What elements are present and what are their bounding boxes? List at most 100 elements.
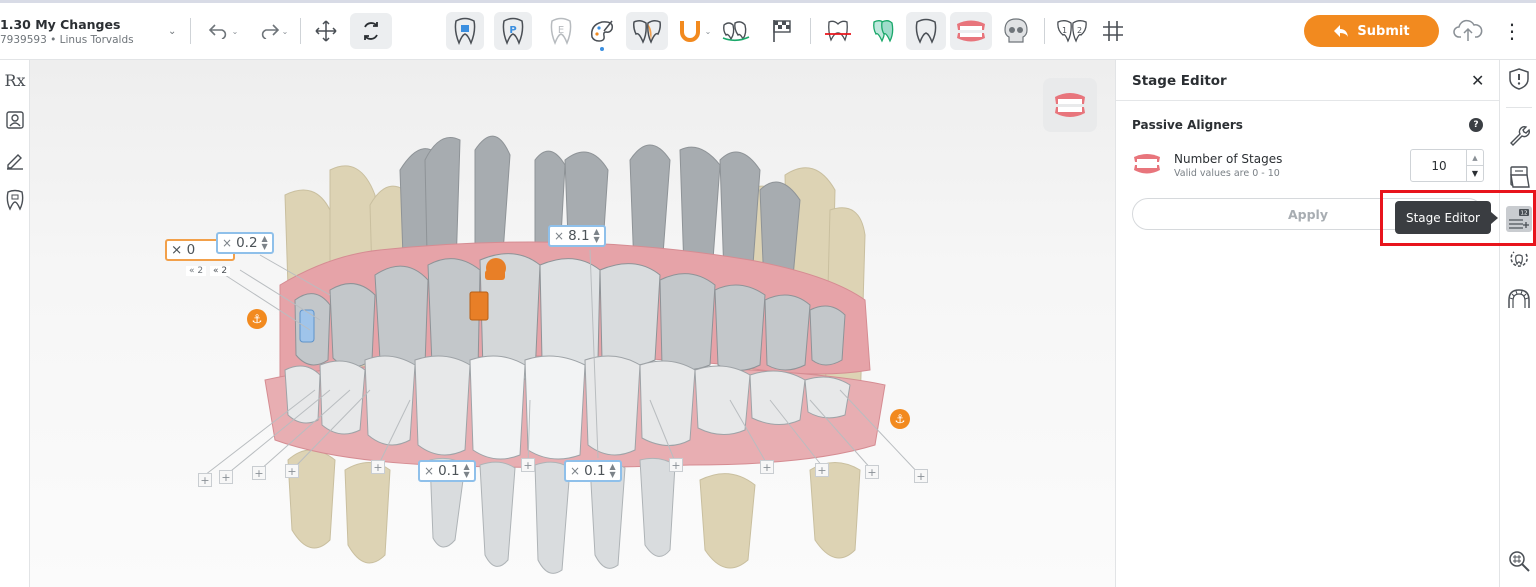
stages-value-field[interactable]: [1411, 150, 1467, 181]
case-subtitle: 7939593 • Linus Torvalds: [0, 34, 134, 46]
measure-badge[interactable]: × 8.1 ▲ ▼: [548, 225, 606, 247]
move-arrows-icon: [315, 20, 337, 42]
stepper-arrows-icon[interactable]: ▲ ▼: [464, 463, 470, 479]
close-icon[interactable]: ✕: [1471, 71, 1484, 90]
transparency-tool[interactable]: [864, 12, 904, 50]
help-icon[interactable]: ?: [1469, 118, 1483, 132]
alerts-button[interactable]: [1506, 66, 1532, 92]
notes-button[interactable]: [3, 148, 27, 172]
shield-alert-icon: [1509, 68, 1529, 90]
precision-cut-tool[interactable]: P: [494, 12, 532, 50]
documents-button[interactable]: [1506, 164, 1532, 190]
teeth-pair-icon: [633, 19, 661, 44]
tooth-chart-icon: [6, 189, 24, 211]
arch-u-icon: [679, 21, 700, 42]
zoom-search-button[interactable]: [1506, 548, 1532, 574]
stages-hint: Valid values are 0 - 10: [1174, 168, 1280, 179]
stepper-arrows-icon[interactable]: ▲ ▼: [262, 235, 268, 251]
jaws-view[interactable]: [950, 12, 992, 50]
svg-text:P: P: [509, 25, 516, 36]
toolbar-separator: [190, 18, 191, 44]
tooth-numbers-icon: 12: [1057, 20, 1087, 43]
dentures-icon: [1134, 154, 1160, 174]
tooth-attachment-tool[interactable]: [446, 12, 484, 50]
move-button[interactable]: [311, 17, 341, 45]
decrement-arrow-icon[interactable]: ▼: [1466, 165, 1483, 181]
rotate-button[interactable]: [350, 13, 392, 49]
measure-badge[interactable]: × 0.1 ▲ ▼: [418, 460, 476, 482]
anchor-icon[interactable]: ⚓: [247, 309, 267, 329]
add-marker-icon[interactable]: +: [219, 470, 233, 484]
measure-value: 0.2: [236, 235, 258, 251]
checkpoint-tool[interactable]: [764, 12, 800, 50]
measure-value: 8.1: [568, 228, 590, 244]
add-marker-icon[interactable]: +: [521, 458, 535, 472]
measure-value: 0.1: [584, 463, 606, 479]
svg-text:E: E: [558, 25, 564, 36]
gingiva-line-icon: [825, 20, 851, 42]
panel-divider: [1116, 100, 1500, 101]
undo-button[interactable]: ⌄: [204, 18, 242, 44]
dental-model-3d[interactable]: [30, 60, 1115, 587]
model-view-button[interactable]: [1043, 78, 1097, 132]
measure-badge[interactable]: × 0.2 ▲ ▼: [216, 232, 274, 254]
case-title: 1.30 My Changes: [0, 17, 121, 32]
add-marker-icon[interactable]: +: [669, 458, 683, 472]
arch-tool[interactable]: ⌄: [674, 12, 714, 50]
teeth-teal-icon: [873, 20, 894, 43]
cloud-upload-button[interactable]: [1450, 14, 1486, 46]
zoom-grid-icon: [1509, 551, 1530, 572]
increment-arrow-icon[interactable]: ▲: [1466, 150, 1483, 165]
timeline-button[interactable]: [1506, 246, 1532, 272]
grid-toggle[interactable]: [1098, 17, 1128, 45]
occlusion-tool[interactable]: [718, 12, 754, 50]
paint-tool[interactable]: [584, 12, 620, 51]
grid-hash-icon: [1103, 21, 1123, 41]
anchor-icon[interactable]: ⚓: [890, 409, 910, 429]
rotate-icon: [364, 22, 378, 40]
kebab-icon: ⋮: [1502, 19, 1522, 43]
case-dropdown-chevron-icon[interactable]: ⌄: [168, 26, 176, 37]
redo-button[interactable]: ⌄: [254, 18, 292, 44]
add-marker-icon[interactable]: +: [865, 465, 879, 479]
add-marker-icon[interactable]: +: [198, 473, 212, 487]
tooth-e-tool[interactable]: E: [542, 12, 580, 50]
3d-viewport[interactable]: × 0 × 0.2 ▲ ▼ « 2 « 2 × 8.1 ▲ ▼ × 0.1 ▲ ▼ ×…: [30, 60, 1115, 587]
prescription-button[interactable]: Rx: [3, 68, 27, 92]
tooth-chart-button[interactable]: [3, 188, 27, 212]
skull-icon: [1004, 18, 1028, 43]
measure-badge[interactable]: × 0.1 ▲ ▼: [564, 460, 622, 482]
gingiva-line-tool[interactable]: [818, 12, 858, 50]
add-marker-icon[interactable]: +: [285, 464, 299, 478]
orange-measure-label: × 0: [171, 242, 196, 258]
redo-icon: [261, 24, 279, 39]
multiply-icon: ×: [424, 464, 435, 478]
tooth-blue-icon: [454, 17, 476, 45]
add-marker-icon[interactable]: +: [371, 460, 385, 474]
right-rail: 12: [1499, 60, 1536, 587]
svg-text:2: 2: [1077, 26, 1082, 35]
stage-editor-panel: Stage Editor ✕ Passive Aligners ? Number…: [1115, 60, 1500, 587]
patient-button[interactable]: [3, 108, 27, 132]
skull-view[interactable]: [996, 12, 1036, 50]
stepper-arrows-icon[interactable]: ▲ ▼: [610, 463, 616, 479]
add-marker-icon[interactable]: +: [815, 463, 829, 477]
more-menu-button[interactable]: ⋮: [1502, 16, 1522, 46]
stages-number-input[interactable]: ▲ ▼: [1410, 149, 1484, 182]
timer-tooth-icon: [1510, 251, 1528, 267]
small-orange-label: « 2: [186, 266, 207, 276]
add-marker-icon[interactable]: +: [760, 460, 774, 474]
arch-view-button[interactable]: [1506, 286, 1532, 312]
tools-button[interactable]: [1506, 122, 1532, 148]
undo-caret-icon: ⌄: [231, 26, 239, 36]
stepper-arrows-icon[interactable]: ▲ ▼: [594, 228, 600, 244]
single-tooth-icon: [915, 18, 937, 44]
tooth-numbering-tool[interactable]: 12: [1052, 12, 1092, 50]
add-marker-icon[interactable]: +: [914, 469, 928, 483]
add-marker-icon[interactable]: +: [252, 466, 266, 480]
rail-divider: [1506, 107, 1532, 108]
palette-icon: [590, 20, 614, 42]
crowns-only-view[interactable]: [906, 12, 946, 50]
submit-button[interactable]: Submit: [1304, 15, 1439, 47]
ipr-tool[interactable]: [626, 12, 668, 50]
